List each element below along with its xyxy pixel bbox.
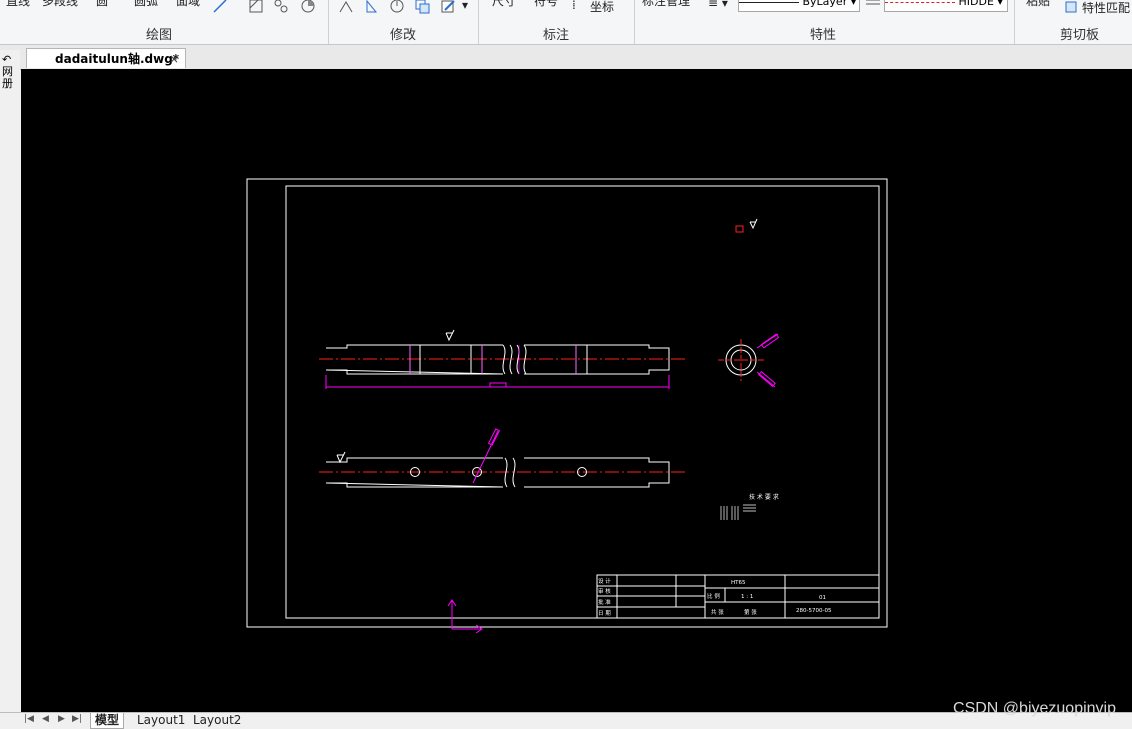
match-properties-icon[interactable]: [1064, 0, 1080, 14]
shaft-front-view: [319, 329, 686, 389]
tb-scale-label: 比 例: [707, 592, 720, 600]
boundary-icon[interactable]: [300, 0, 316, 14]
ribbon-match-properties-button[interactable]: 特性匹配: [1082, 0, 1130, 16]
copy-icon[interactable]: [414, 0, 430, 14]
hatch-icon[interactable]: [248, 0, 264, 14]
mirror-icon[interactable]: [338, 0, 354, 14]
tb-row-date: 日 期: [598, 610, 611, 617]
tab-layout2[interactable]: Layout2: [189, 713, 245, 728]
ribbon-dimstyle-button[interactable]: 标注管理: [642, 0, 690, 9]
notes-title: 技 术 要 求: [749, 493, 779, 501]
tb-row-approve: 批 准: [598, 598, 611, 606]
panel-label-modify: 修改: [390, 28, 417, 43]
ribbon: 直线 多段线 圆 圆弧 面域 ▾ 尺寸 符号 ⁞ 坐标 标注管理 ≡ ▾ ByL…: [0, 0, 1132, 45]
tb-row-check: 审 核: [598, 587, 611, 595]
lineweight-icon: [866, 0, 880, 5]
panel-label-clipboard: 剪切板: [1060, 28, 1100, 43]
sheet-border: [246, 178, 888, 628]
tb-drawing-no: 280-5700-05: [796, 608, 832, 614]
rotate-icon[interactable]: [389, 0, 405, 14]
nav-prev-button[interactable]: ◀: [42, 714, 49, 724]
red-marker: [735, 225, 744, 233]
drawing-canvas[interactable]: 技 术 要 求 设 计 审 核 批 准 日 期 HT65 比 例 1 : 1 共…: [21, 69, 1132, 712]
nav-next-button[interactable]: ▶: [58, 714, 65, 724]
shaft-top-view: [319, 428, 686, 488]
ribbon-arc-button[interactable]: 圆弧: [134, 0, 158, 9]
tb-sheet: 01: [819, 595, 826, 601]
side-toolbar: ↶ 网 册: [0, 50, 20, 712]
tb-row-design: 设 计: [598, 577, 611, 585]
scale-icon[interactable]: [364, 0, 380, 14]
tb-scale: 1 : 1: [741, 594, 753, 600]
linetype-value: ByLayer: [802, 0, 848, 8]
list-icon[interactable]: ≡ ▾: [708, 0, 728, 10]
tab-layout1[interactable]: Layout1: [133, 713, 189, 728]
roughness-symbol-icon: [749, 218, 758, 230]
drawing-frame: [285, 185, 880, 619]
panel-label-draw: 绘图: [146, 28, 173, 43]
drawing-svg: 技 术 要 求 设 计 审 核 批 准 日 期 HT65 比 例 1 : 1 共…: [246, 178, 888, 634]
ribbon-polyline-button[interactable]: 多段线: [42, 0, 78, 9]
section-view: [718, 333, 780, 388]
document-tab[interactable]: dadaitulun轴.dwg* ×: [26, 48, 186, 68]
ribbon-region-button[interactable]: 面域: [176, 0, 200, 9]
panel-label-annotation: 标注: [543, 28, 570, 43]
lineweight-value: HIDDE: [958, 0, 994, 8]
nav-last-button[interactable]: ▶|: [72, 714, 82, 724]
pattern-icon[interactable]: [273, 0, 289, 14]
panel-label-properties: 特性: [810, 28, 837, 43]
watermark: CSDN @biyezuopinvip: [953, 700, 1116, 717]
tb-sheet-label: 第 张: [744, 608, 757, 616]
tb-material: HT65: [731, 580, 746, 586]
close-icon[interactable]: ×: [169, 49, 179, 69]
tb-total-sheets: 共 张: [711, 608, 724, 616]
ribbon-line-button[interactable]: 直线: [6, 0, 30, 9]
title-block: 设 计 审 核 批 准 日 期 HT65 比 例 1 : 1 共 张 第 张 0…: [596, 574, 880, 619]
linetype-select[interactable]: ByLayer ▾: [738, 0, 860, 12]
ribbon-symbol-button[interactable]: 符号: [534, 0, 558, 9]
ucs-icon: [447, 599, 483, 634]
document-title: dadaitulun轴.dwg*: [55, 52, 180, 66]
ribbon-dimension-button[interactable]: 尺寸: [492, 0, 516, 9]
ribbon-coordinate-button[interactable]: 坐标: [590, 0, 614, 15]
document-tab-bar: dadaitulun轴.dwg* ×: [0, 45, 1132, 70]
coordinate-icon[interactable]: ⁞: [572, 0, 576, 12]
book-icon[interactable]: 册: [2, 78, 20, 90]
ribbon-paste-button[interactable]: 粘贴: [1026, 0, 1050, 9]
ribbon-circle-button[interactable]: 圆: [96, 0, 108, 9]
nav-first-button[interactable]: |◀: [24, 714, 34, 724]
tab-model[interactable]: 模型: [90, 713, 125, 729]
technical-notes: 技 术 要 求: [720, 493, 779, 520]
line-tool-icon[interactable]: [212, 0, 228, 14]
lineweight-select[interactable]: HIDDE ▾: [884, 0, 1008, 12]
edit-icon[interactable]: [440, 0, 456, 14]
chevron-down-icon[interactable]: ▾: [462, 0, 468, 12]
